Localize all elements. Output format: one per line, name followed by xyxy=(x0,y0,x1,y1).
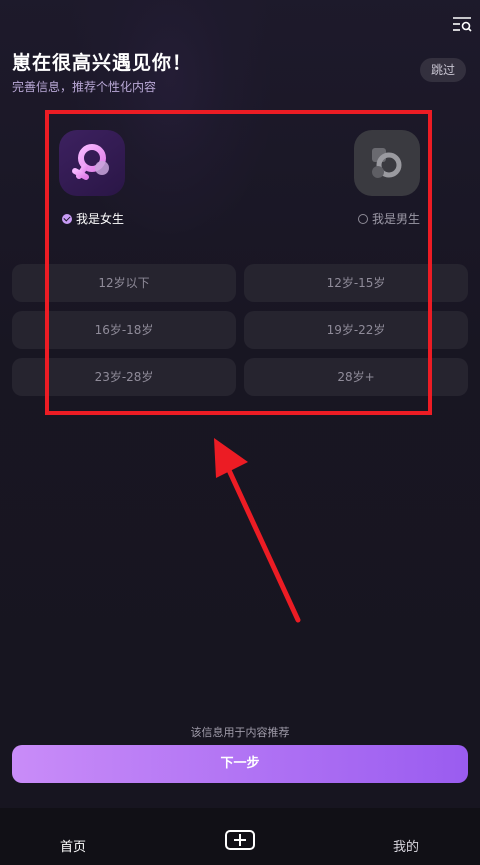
bottom-tab-bar: 首页 我的 xyxy=(0,808,480,865)
tab-mine[interactable]: 我的 xyxy=(393,836,419,855)
plus-box-icon[interactable] xyxy=(225,830,255,850)
next-step-button[interactable]: 下一步 xyxy=(12,745,468,783)
tab-home[interactable]: 首页 xyxy=(60,836,86,855)
info-hint: 该信息用于内容推荐 xyxy=(190,726,290,739)
